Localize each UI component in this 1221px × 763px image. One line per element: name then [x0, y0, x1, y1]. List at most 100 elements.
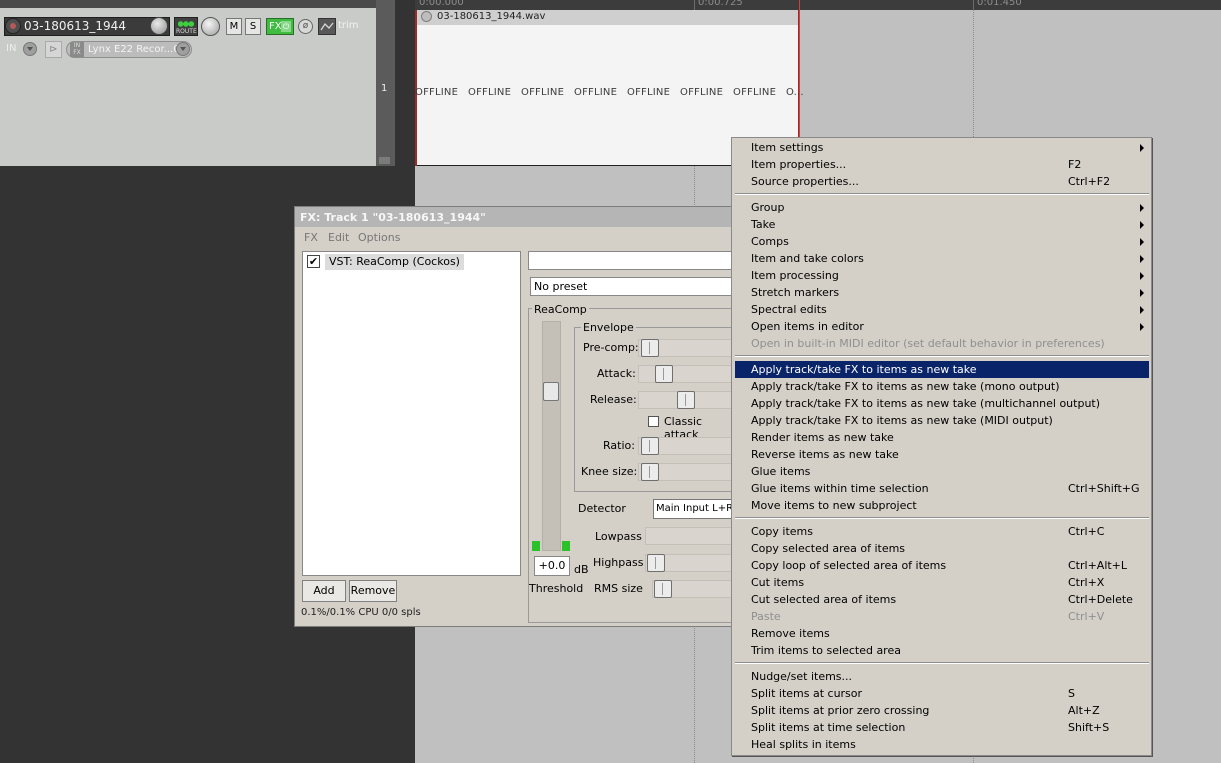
- ruler-tick: [694, 0, 695, 10]
- volume-knob[interactable]: [150, 17, 168, 35]
- menu-item-label: Item and take colors: [751, 252, 864, 265]
- knee-size-slider-handle[interactable]: [641, 463, 659, 481]
- ruler-tick: [973, 0, 974, 10]
- menu-item-move-to-subproject[interactable]: Move items to new subproject: [735, 497, 1149, 514]
- menu-item-label: Copy loop of selected area of items: [751, 559, 947, 572]
- rms-size-slider-handle[interactable]: [654, 580, 672, 598]
- meter-led-right: [562, 541, 570, 551]
- menu-item-remove-items[interactable]: Remove items: [735, 625, 1149, 642]
- timeline-ruler[interactable]: 0:00.000 0:00.725 0:01.450: [415, 0, 1221, 10]
- fx-button[interactable]: FX ⏻: [266, 18, 294, 35]
- input-fx-icon[interactable]: IN FX: [70, 42, 84, 57]
- menu-item-render-new-take[interactable]: Render items as new take: [735, 429, 1149, 446]
- menu-item-item-processing[interactable]: Item processing: [735, 267, 1149, 284]
- route-icon: [178, 20, 194, 28]
- threshold-value-field[interactable]: +0.0: [534, 556, 570, 576]
- menu-item-comps[interactable]: Comps: [735, 233, 1149, 250]
- menu-item-stretch-markers[interactable]: Stretch markers: [735, 284, 1149, 301]
- menu-item-glue-within-selection[interactable]: Glue items within time selection Ctrl+Shi…: [735, 480, 1149, 497]
- release-label: Release:: [590, 393, 637, 406]
- menu-item-shortcut: Ctrl+V: [1068, 610, 1105, 623]
- menu-item-label: Cut selected area of items: [751, 593, 897, 606]
- menu-item-label: Apply track/take FX to items as new take: [751, 363, 977, 376]
- threshold-slider[interactable]: [542, 321, 561, 551]
- menu-item-copy-selected-area[interactable]: Copy selected area of items: [735, 540, 1149, 557]
- menu-item-trim-to-selected[interactable]: Trim items to selected area: [735, 642, 1149, 659]
- menu-item-apply-fx-multichannel[interactable]: Apply track/take FX to items as new take…: [735, 395, 1149, 412]
- folder-icon[interactable]: [379, 157, 390, 164]
- fx-chain-window: FX: Track 1 "03-180613_1944" FX Edit Opt…: [294, 206, 734, 627]
- menu-item-cut-selected-area[interactable]: Cut selected area of items Ctrl+Delete: [735, 591, 1149, 608]
- menu-item-glue-items[interactable]: Glue items: [735, 463, 1149, 480]
- input-select-chevron-icon[interactable]: [176, 42, 190, 56]
- fx-window-titlebar[interactable]: FX: Track 1 "03-180613_1944": [295, 207, 733, 227]
- attack-slider[interactable]: [638, 365, 733, 383]
- menu-item-copy-loop[interactable]: Copy loop of selected area of items Ctrl+…: [735, 557, 1149, 574]
- highpass-slider-handle[interactable]: [647, 554, 665, 572]
- menu-item-nudge-set[interactable]: Nudge/set items...: [735, 668, 1149, 685]
- offline-label: OFFLINE: [521, 87, 565, 98]
- menu-item-label: Split items at prior zero crossing: [751, 704, 930, 717]
- threshold-slider-handle[interactable]: [543, 382, 559, 401]
- menu-item-copy-items[interactable]: Copy items Ctrl+C: [735, 523, 1149, 540]
- menu-item-item-properties[interactable]: Item properties... F2: [735, 156, 1149, 173]
- record-arm-icon[interactable]: [5, 18, 21, 34]
- submenu-arrow-icon: [1140, 272, 1144, 280]
- lowpass-label: Lowpass: [595, 530, 642, 543]
- monitor-button[interactable]: ⊳: [45, 41, 62, 58]
- envelope-button[interactable]: [318, 18, 336, 35]
- menu-item-split-at-cursor[interactable]: Split items at cursor S: [735, 685, 1149, 702]
- menu-item-apply-fx-new-take[interactable]: Apply track/take FX to items as new take: [735, 361, 1149, 378]
- menu-item-spectral-edits[interactable]: Spectral edits: [735, 301, 1149, 318]
- solo-button[interactable]: S: [245, 18, 261, 35]
- trim-mode-label[interactable]: trim: [338, 20, 359, 31]
- fx-menu-edit[interactable]: Edit: [328, 231, 349, 244]
- offline-label: OFFLINE: [680, 87, 724, 98]
- menu-item-split-time-selection[interactable]: Split items at time selection Shift+S: [735, 719, 1149, 736]
- pan-knob[interactable]: [201, 17, 220, 36]
- mute-button[interactable]: M: [226, 18, 242, 35]
- media-item-header[interactable]: 03-180613_1944.wav: [417, 10, 798, 25]
- menu-item-open-items-in-editor[interactable]: Open items in editor: [735, 318, 1149, 335]
- menu-item-apply-fx-midi[interactable]: Apply track/take FX to items as new take…: [735, 412, 1149, 429]
- detector-select[interactable]: Main Input L+R: [653, 499, 733, 519]
- menu-item-source-properties[interactable]: Source properties... Ctrl+F2: [735, 173, 1149, 190]
- offline-label: OFFLINE: [468, 87, 512, 98]
- menu-item-group[interactable]: Group: [735, 199, 1149, 216]
- menu-item-paste: Paste Ctrl+V: [735, 608, 1149, 625]
- fx-bypass-icon[interactable]: ⏻: [281, 21, 291, 32]
- menu-item-heal-splits[interactable]: Heal splits in items: [735, 736, 1149, 753]
- release-slider-handle[interactable]: [677, 391, 695, 409]
- add-fx-button[interactable]: Add: [302, 580, 346, 602]
- menu-item-label: Take: [751, 218, 776, 231]
- item-context-menu: Item settings Item properties... F2 Sourc…: [731, 137, 1152, 756]
- remove-fx-button[interactable]: Remove: [349, 580, 397, 602]
- fx-preset-name-field[interactable]: [528, 251, 733, 270]
- menu-item-label: Apply track/take FX to items as new take…: [751, 380, 1060, 393]
- fx-menu-fx[interactable]: FX: [304, 231, 318, 244]
- menu-item-item-and-take-colors[interactable]: Item and take colors: [735, 250, 1149, 267]
- threshold-label: Threshold: [529, 582, 584, 595]
- route-button[interactable]: ROUTE: [174, 17, 198, 36]
- menu-item-take[interactable]: Take: [735, 216, 1149, 233]
- fx-item-name: VST: ReaComp (Cockos): [325, 254, 464, 270]
- phase-invert-icon[interactable]: ø: [298, 19, 313, 34]
- menu-item-split-zero-crossing[interactable]: Split items at prior zero crossing Alt+Z: [735, 702, 1149, 719]
- fx-menu-options[interactable]: Options: [358, 231, 400, 244]
- menu-item-label: Source properties...: [751, 175, 859, 188]
- precomp-slider-handle[interactable]: [641, 339, 659, 357]
- input-dropdown-icon[interactable]: [23, 42, 37, 56]
- lowpass-slider[interactable]: [645, 527, 733, 545]
- menu-item-reverse-new-take[interactable]: Reverse items as new take: [735, 446, 1149, 463]
- classic-attack-checkbox[interactable]: [648, 416, 659, 427]
- ratio-slider-handle[interactable]: [641, 437, 659, 455]
- attack-slider-handle[interactable]: [655, 365, 673, 383]
- item-take-icon[interactable]: [421, 11, 432, 22]
- menu-item-item-settings[interactable]: Item settings: [735, 139, 1149, 156]
- fx-enable-checkbox[interactable]: ✔: [307, 255, 320, 268]
- preset-select[interactable]: No preset: [530, 277, 733, 296]
- menu-item-apply-fx-mono[interactable]: Apply track/take FX to items as new take…: [735, 378, 1149, 395]
- fx-list[interactable]: ✔ VST: ReaComp (Cockos): [302, 251, 521, 576]
- menu-item-label: Split items at time selection: [751, 721, 906, 734]
- menu-item-cut-items[interactable]: Cut items Ctrl+X: [735, 574, 1149, 591]
